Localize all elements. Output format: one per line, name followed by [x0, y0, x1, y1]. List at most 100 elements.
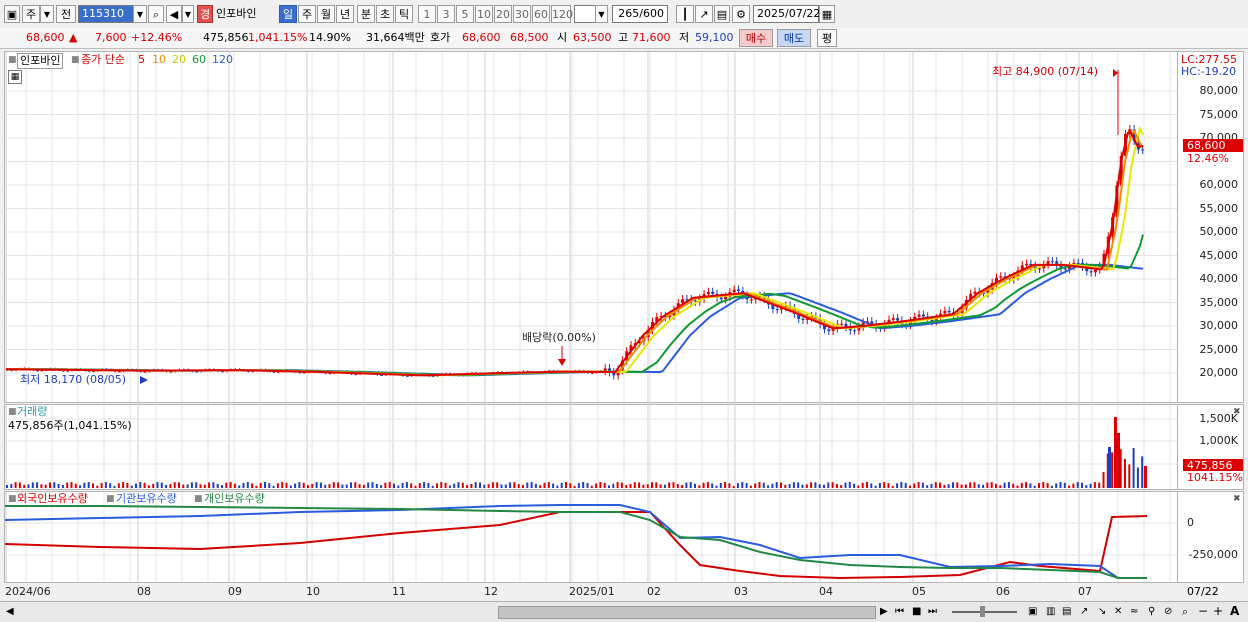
price-y-label: 25,000 [1199, 342, 1239, 356]
zoom-slider-handle[interactable] [980, 606, 985, 617]
scroll-right-icon[interactable]: ▶ [880, 605, 888, 619]
candle-body [1093, 269, 1097, 273]
candle-body [891, 318, 895, 320]
x-axis-label: 04 [819, 585, 833, 598]
chart-canvas [4, 52, 1177, 582]
chart-split-icon[interactable]: ▥ [1046, 605, 1055, 619]
volume-bar [1089, 483, 1092, 488]
volume-bar [904, 482, 907, 488]
grid-toggle-icon[interactable]: ▦ [8, 70, 22, 84]
scroll-left-icon[interactable]: ◀ [6, 605, 14, 619]
volume-bar [152, 483, 155, 488]
fib-icon[interactable]: ≈ [1130, 605, 1138, 619]
volume-bar [788, 484, 791, 488]
volume-bar [556, 485, 559, 488]
volume-bar [956, 482, 959, 488]
forward-icon[interactable]: ⏭ [928, 605, 937, 619]
candle-body [1089, 271, 1093, 273]
volume-bar [135, 483, 137, 488]
x-axis-label: 07 [1078, 585, 1092, 598]
volume-bar [208, 482, 211, 488]
volume-bar [57, 484, 60, 488]
cross-icon[interactable]: ✕ [1114, 605, 1122, 619]
volume-bar [698, 485, 701, 488]
volume-bar [324, 484, 327, 488]
volume-bar [792, 482, 795, 488]
volume-title: 거래량 [17, 405, 48, 418]
chart-layout-icon[interactable]: ▣ [1028, 605, 1037, 619]
volume-bar [1016, 485, 1019, 488]
volume-bar [1059, 482, 1062, 488]
candle-body [775, 309, 779, 311]
volume-bar [999, 485, 1002, 488]
volume-bar [857, 485, 860, 488]
link-icon[interactable]: ⊘ [1164, 605, 1172, 619]
trendline-icon[interactable]: ↗ [1080, 605, 1088, 619]
volume-bar [1093, 482, 1096, 488]
volume-bar [917, 482, 920, 488]
volume-bar [878, 483, 881, 488]
volume-bar [289, 485, 292, 488]
chart-window-icon[interactable]: ▤ [1062, 605, 1071, 619]
volume-bar [874, 485, 877, 488]
stop-icon[interactable]: ■ [912, 605, 921, 619]
candle-body [711, 291, 715, 294]
volume-bar [982, 484, 985, 488]
volume-bar [758, 482, 761, 488]
volume-bar [1003, 482, 1006, 488]
tool-icon[interactable]: ⚲ [1148, 605, 1155, 619]
volume-bar [401, 482, 404, 488]
candle-body [603, 368, 607, 371]
x-axis-right-label: 07/22 [1187, 585, 1219, 598]
volume-bar [332, 482, 335, 488]
volume-bar [337, 482, 340, 488]
volume-bar [259, 483, 262, 488]
dividend-annotation: 배당락(0.00%) [522, 331, 596, 344]
volume-bar [199, 484, 202, 488]
volume-bar [952, 482, 954, 488]
zoom-in-icon[interactable]: + [1213, 604, 1223, 618]
rewind-icon[interactable]: ⏮ [895, 605, 904, 619]
volume-bar [1038, 483, 1040, 488]
volume-bar [818, 484, 821, 488]
zoom-out-icon[interactable]: − [1198, 604, 1208, 618]
scroll-thumb[interactable] [498, 606, 876, 619]
price-y-label: 80,000 [1199, 84, 1239, 97]
volume-bar [423, 482, 426, 488]
volume-bar [225, 482, 228, 488]
volume-bar [573, 485, 576, 488]
candle-body [853, 330, 857, 332]
holdings-close-icon[interactable]: ✖ [1233, 492, 1241, 506]
candle-body [1141, 149, 1145, 151]
candle-body [1025, 263, 1029, 266]
volume-bar [694, 483, 696, 488]
candle-body [143, 371, 147, 373]
low-annotation: 최저 18,170 (08/05) [20, 373, 127, 386]
volume-bar [595, 483, 598, 488]
volume-y-label: 1,500K [1199, 412, 1238, 425]
individual-holdings-label: 개인보유수량 [204, 492, 265, 505]
holdings-y-label: 0 [1187, 516, 1194, 529]
font-size-icon[interactable]: A [1230, 604, 1239, 618]
volume-bar [143, 482, 146, 488]
volume-bar [706, 482, 709, 488]
volume-bar [350, 482, 352, 488]
institution-holdings-label: 기관보유수량 [116, 492, 177, 505]
volume-bar [23, 484, 26, 488]
volume-close-icon[interactable]: ✖ [1233, 405, 1241, 419]
volume-bar [362, 484, 365, 488]
ma120-label: 120 [212, 53, 233, 66]
candle-body [947, 310, 951, 313]
volume-bar [354, 482, 357, 488]
volume-bar [1124, 458, 1126, 488]
zoom-search-icon[interactable]: ⌕ [1182, 605, 1188, 619]
price-panel-stock-label[interactable]: 인포바인 [17, 53, 64, 69]
drawing-icon[interactable]: ↘ [1098, 605, 1106, 619]
volume-bar [44, 484, 47, 488]
volume-bar [861, 482, 864, 488]
volume-bar [517, 484, 520, 488]
legend-box-icon: ■ [8, 55, 17, 65]
ma20-label: 20 [172, 53, 186, 66]
volume-bar [212, 482, 215, 488]
volume-bar [900, 482, 903, 488]
